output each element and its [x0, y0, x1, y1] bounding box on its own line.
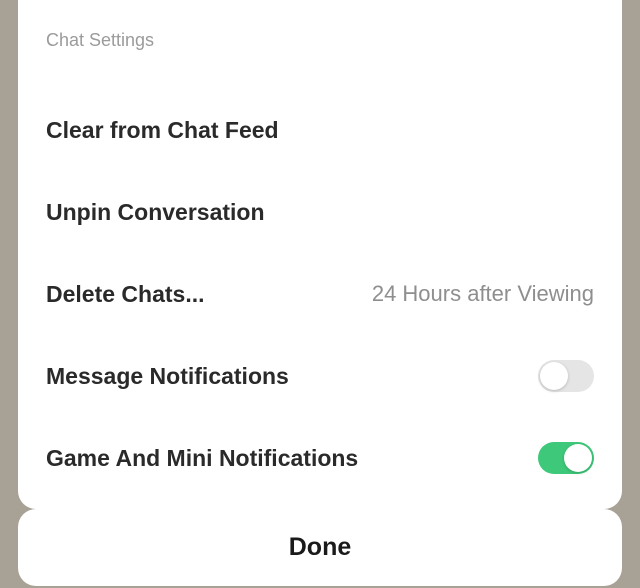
sheet-title: Chat Settings [46, 30, 594, 51]
delete-chats-label: Delete Chats... [46, 281, 205, 308]
message-notifications-label: Message Notifications [46, 363, 289, 390]
chat-settings-sheet: Chat Settings Clear from Chat Feed Unpin… [18, 0, 622, 509]
toggle-knob [540, 362, 568, 390]
unpin-conversation-label: Unpin Conversation [46, 199, 265, 226]
message-notifications-row: Message Notifications [46, 335, 594, 417]
game-mini-notifications-label: Game And Mini Notifications [46, 445, 358, 472]
message-notifications-toggle[interactable] [538, 360, 594, 392]
clear-from-chat-feed-row[interactable]: Clear from Chat Feed [46, 89, 594, 171]
toggle-knob [564, 444, 592, 472]
game-mini-notifications-row: Game And Mini Notifications [46, 417, 594, 499]
delete-chats-value: 24 Hours after Viewing [372, 281, 594, 307]
clear-from-chat-feed-label: Clear from Chat Feed [46, 117, 279, 144]
unpin-conversation-row[interactable]: Unpin Conversation [46, 171, 594, 253]
delete-chats-row[interactable]: Delete Chats... 24 Hours after Viewing [46, 253, 594, 335]
game-mini-notifications-toggle[interactable] [538, 442, 594, 474]
done-button[interactable]: Done [18, 509, 622, 586]
done-button-label: Done [289, 533, 352, 561]
